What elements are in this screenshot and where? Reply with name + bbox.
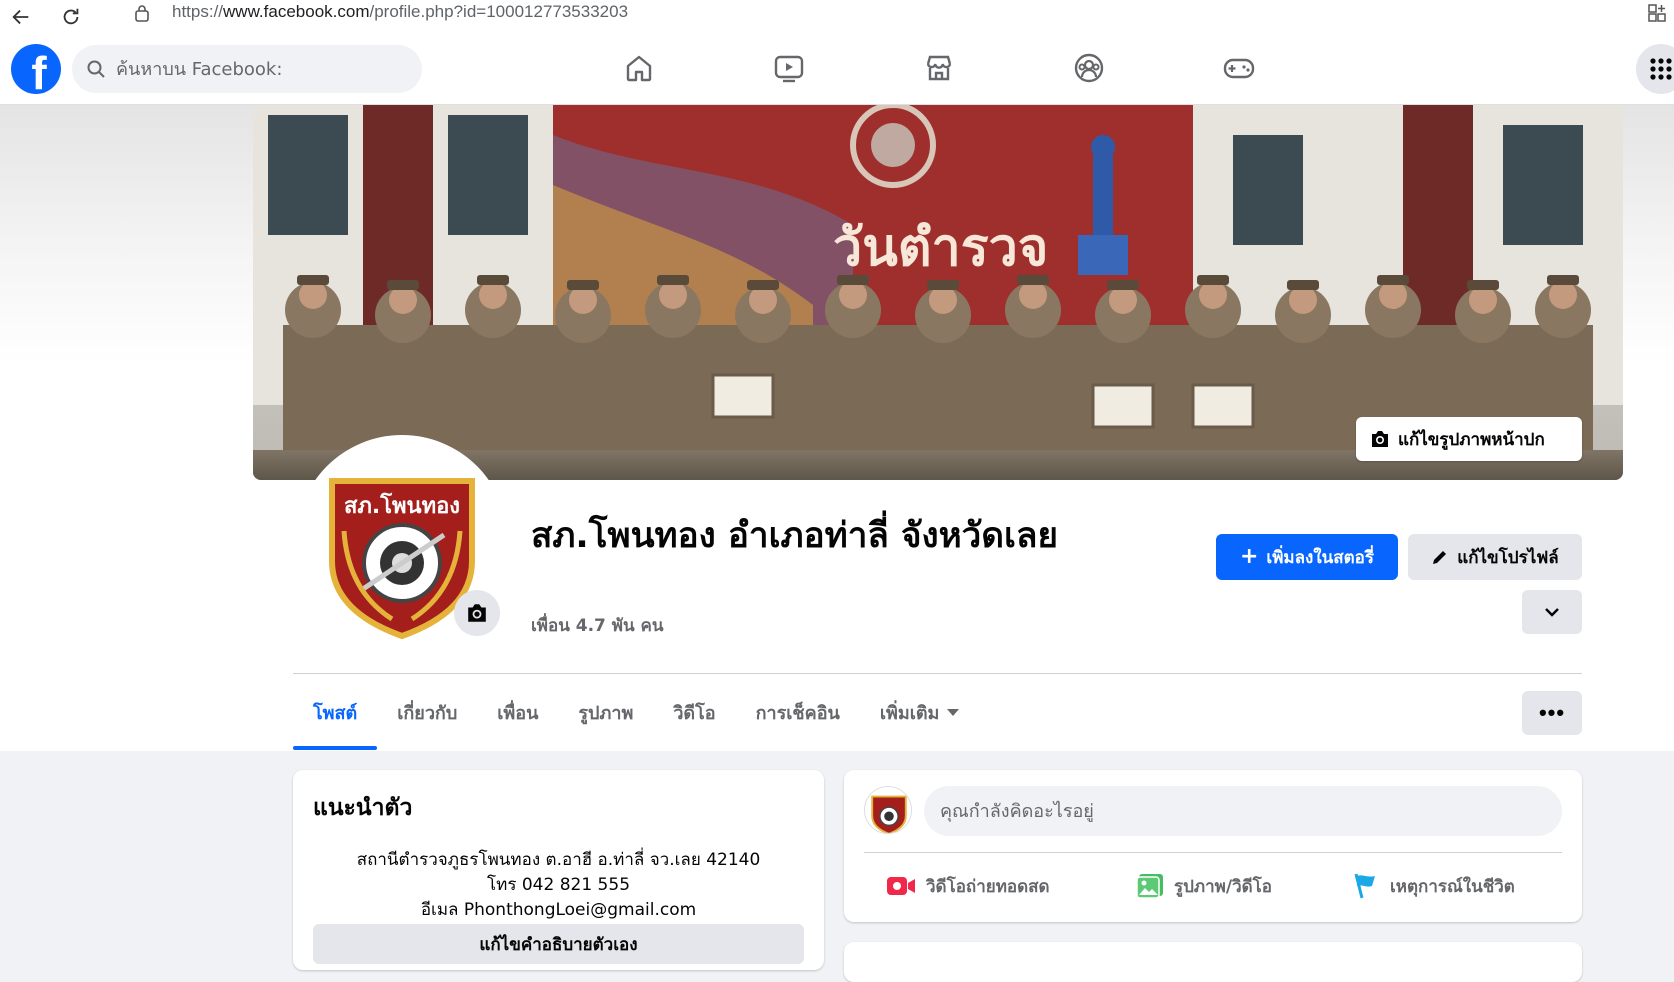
tab-about[interactable]: เกี่ยวกับ [377, 674, 477, 750]
intro-address: สถานีตำรวจภูธรโพนทอง ต.อาฮี อ.ท่าลี่ จว.… [356, 850, 761, 870]
profile-header: วันตำรวจ แก้ไขรูปภาพหน้าปก สภ.โพนทอง สภ.… [0, 105, 1674, 751]
profile-options-button[interactable] [1522, 590, 1582, 634]
chevron-down-icon [1545, 608, 1559, 617]
url-text: https://www.facebook.com/profile.php?id=… [172, 2, 629, 21]
cover-banner-text: วันตำรวจ [833, 218, 1048, 278]
live-video-icon [887, 877, 915, 895]
tab-more[interactable]: เพิ่มเติม [860, 674, 980, 750]
intro-email: อีเมล PhonthongLoei@gmail.com [420, 900, 697, 920]
edit-cover-label: แก้ไขรูปภาพหน้าปก [1398, 429, 1545, 450]
camera-icon [1372, 431, 1388, 447]
tab-friends[interactable]: เพื่อน [477, 674, 558, 750]
tab-posts[interactable]: โพสต์ [293, 674, 378, 750]
page-title: สภ.โพนทอง อำเภอท่าลี่ จังหวัดเลย [531, 516, 1058, 556]
photo-video-button[interactable]: รูปภาพ/วิดีโอ [1136, 862, 1272, 910]
marketplace-icon[interactable] [921, 50, 957, 86]
search-input[interactable] [116, 45, 406, 93]
ellipsis-icon: ••• [1538, 700, 1566, 725]
photo-icon [1136, 874, 1163, 899]
caret-down-icon [947, 708, 960, 716]
composer-divider [864, 852, 1562, 853]
edit-cover-button[interactable]: แก้ไขรูปภาพหน้าปก [1356, 417, 1582, 461]
extension-icon[interactable] [1646, 2, 1668, 24]
camera-icon [468, 604, 486, 622]
tab-checkins[interactable]: การเช็คอิน [736, 674, 860, 750]
video-icon[interactable] [771, 50, 807, 86]
tab-photos[interactable]: รูปภาพ [558, 674, 653, 750]
live-video-button[interactable]: วิดีโอถ่ายทอดสด [886, 862, 1050, 910]
search-icon [87, 60, 105, 78]
profile-tabs: โพสต์ เกี่ยวกับ เพื่อน รูปภาพ วิดีโอ การ… [293, 674, 979, 750]
intro-title: แนะนำตัว [313, 795, 413, 821]
edit-bio-button[interactable]: แก้ไขคำอธิบายตัวเอง [313, 924, 804, 964]
lock-icon [135, 5, 149, 22]
add-to-story-button[interactable]: + เพิ่มลงในสตอรี่ [1216, 534, 1398, 580]
update-avatar-button[interactable] [454, 590, 500, 636]
life-event-button[interactable]: เหตุการณ์ในชีวิต [1352, 862, 1515, 910]
intro-card: แนะนำตัว สถานีตำรวจภูธรโพนทอง ต.อาฮี อ.ท… [293, 770, 824, 970]
pencil-icon [1433, 551, 1447, 564]
search-box[interactable] [72, 45, 422, 93]
browser-toolbar: https://www.facebook.com/profile.php?id=… [0, 0, 1674, 34]
composer-input[interactable] [924, 786, 1562, 836]
more-options-button[interactable]: ••• [1522, 691, 1582, 735]
post-composer: วิดีโอถ่ายทอดสด รูปภาพ/วิดีโอ เหตุการณ์ใ… [844, 770, 1582, 922]
composer-avatar[interactable] [864, 786, 912, 834]
address-bar[interactable]: https://www.facebook.com/profile.php?id=… [112, 0, 1634, 28]
flag-icon [1354, 873, 1375, 899]
menu-grid-icon[interactable] [1636, 44, 1674, 94]
next-card [844, 942, 1582, 982]
back-icon[interactable] [8, 4, 34, 30]
tab-videos[interactable]: วิดีโอ [653, 674, 735, 750]
groups-icon[interactable] [1071, 50, 1107, 86]
intro-phone: โทร 042 821 555 [486, 875, 631, 895]
facebook-header: f [0, 34, 1674, 105]
edit-profile-button[interactable]: แก้ไขโปรไฟล์ [1408, 534, 1582, 580]
plus-icon: + [1239, 544, 1259, 569]
gaming-icon[interactable] [1221, 50, 1257, 86]
reload-icon[interactable] [58, 4, 84, 30]
home-icon[interactable] [621, 50, 657, 86]
friends-count[interactable]: เพื่อน 4.7 พัน คน [531, 612, 664, 639]
avatar-badge-text: สภ.โพนทอง [344, 492, 460, 519]
facebook-logo-icon[interactable]: f [11, 44, 61, 94]
